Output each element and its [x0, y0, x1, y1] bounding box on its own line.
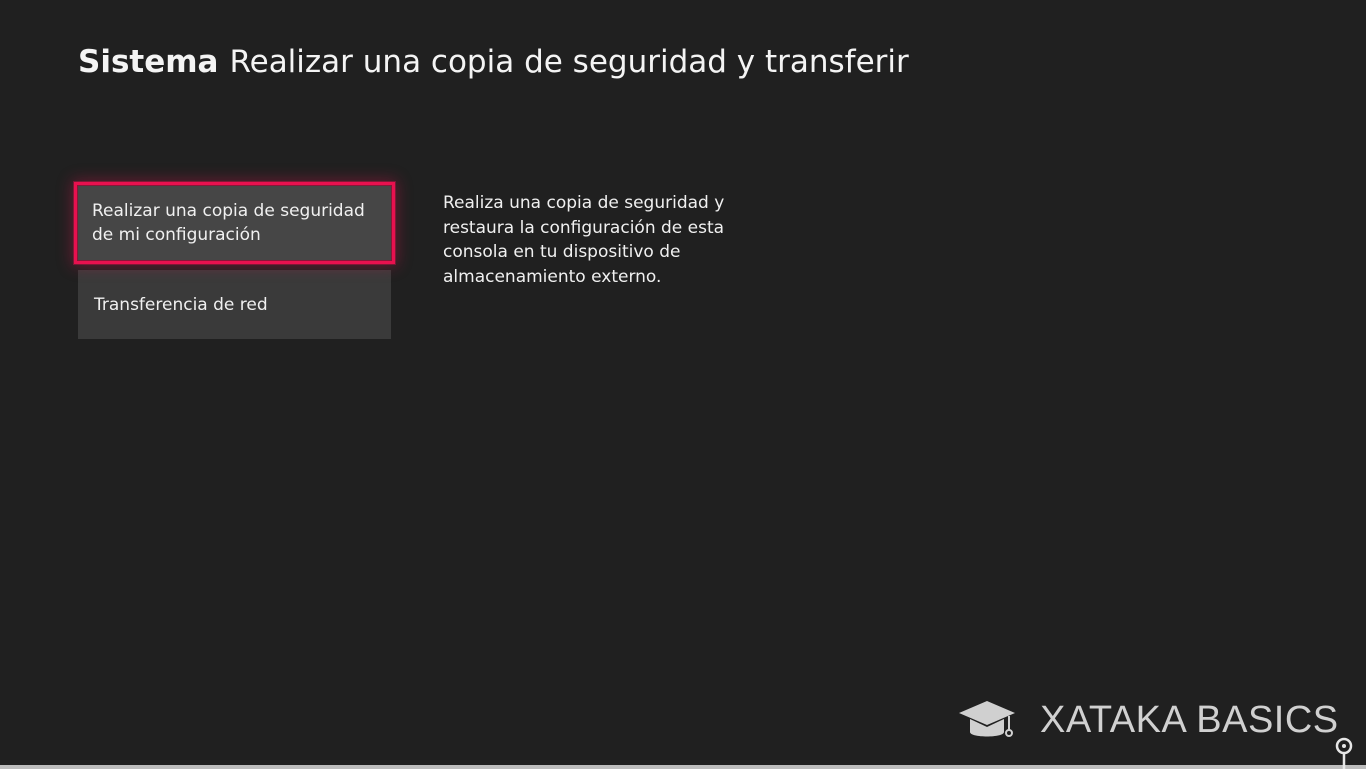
backup-settings-button[interactable]: Realizar una copia de seguridad de mi co… [74, 182, 395, 264]
graduation-cap-icon [958, 698, 1016, 742]
network-transfer-button[interactable]: Transferencia de red [78, 270, 391, 339]
page-title: Sistema Realizar una copia de seguridad y… [78, 40, 909, 84]
options-menu: Realizar una copia de seguridad de mi co… [74, 182, 395, 339]
backup-settings-label: Realizar una copia de seguridad de mi co… [92, 201, 365, 245]
page-title-section: Sistema [78, 44, 219, 80]
page-title-text: Realizar una copia de seguridad y transf… [229, 44, 909, 80]
settings-screen: Sistema Realizar una copia de seguridad y… [0, 0, 1366, 769]
watermark-text: XATAKA BASICS [1040, 698, 1339, 741]
bottom-bar [0, 765, 1366, 769]
pin-icon [1334, 736, 1354, 769]
option-description: Realiza una copia de seguridad y restaur… [443, 193, 725, 287]
network-transfer-label: Transferencia de red [94, 294, 268, 315]
watermark: XATAKA BASICS [958, 698, 1339, 742]
